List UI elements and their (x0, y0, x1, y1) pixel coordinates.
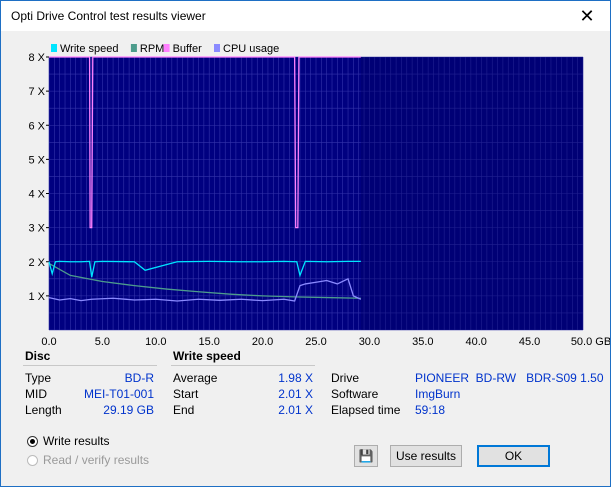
read-verify-results-label: Read / verify results (43, 453, 150, 467)
write-speed-chart: 1 X 2 X 3 X 4 X 5 X 6 X 7 X 8 X 0.0 5.0 10.0 15.0 20… (28, 43, 610, 348)
y-tick-label: 5 X (28, 154, 45, 166)
x-tick-label: 35.0 (412, 336, 433, 348)
save-button[interactable]: 💾 (354, 445, 378, 467)
title-bar: Opti Drive Control test results viewer ✕ (1, 1, 610, 31)
use-results-button[interactable]: Use results (390, 445, 462, 467)
software-value: ImgBurn (415, 387, 461, 401)
average-label: Average (173, 371, 218, 385)
disc-length-value: 29.19 GB (103, 403, 154, 417)
end-label: End (173, 403, 195, 417)
legend-swatch (130, 44, 137, 52)
empty-region (360, 57, 583, 330)
floppy-disk-icon: 💾 (358, 449, 374, 463)
y-tick-label: 6 X (28, 120, 45, 132)
average-value: 1.98 X (278, 371, 313, 385)
software-label: Software (331, 387, 379, 401)
disc-length-label: Length (25, 403, 62, 417)
legend-label: Write speed (60, 43, 119, 55)
legend-label: RPM (140, 43, 164, 55)
x-tick-label: 25.0 (305, 336, 326, 348)
read-verify-results-radio[interactable]: Read / verify results (27, 453, 149, 467)
disc-mid-value: MEI-T01-001 (83, 387, 154, 401)
elapsed-time-label: Elapsed time (331, 403, 401, 417)
write-results-radio[interactable]: Write results (27, 434, 109, 448)
x-tick-label: 15.0 (198, 336, 219, 348)
disc-type-value: BD-R (124, 371, 154, 385)
legend-swatch (163, 44, 170, 52)
window-title: Opti Drive Control test results viewer (11, 9, 206, 23)
disc-type-label: Type (25, 371, 52, 385)
x-tick-label: 10.0 (145, 336, 166, 348)
y-tick-label: 8 X (28, 52, 45, 64)
legend-label: CPU usage (223, 43, 279, 55)
write-speed-header: Write speed (173, 349, 241, 363)
drive-label: Drive (331, 371, 360, 385)
y-tick-label: 7 X (28, 86, 45, 98)
x-tick-label: 20.0 (252, 336, 273, 348)
write-results-label: Write results (43, 434, 110, 448)
x-tick-label: 50.0 GB (571, 336, 610, 348)
x-tick-label: 0.0 (41, 336, 56, 348)
y-tick-label: 1 X (28, 291, 45, 303)
ok-button[interactable]: OK (477, 445, 550, 467)
results-viewer-window: Opti Drive Control test results viewer ✕… (0, 0, 611, 487)
legend-label: Buffer (173, 43, 202, 55)
disc-divider (23, 365, 157, 366)
disc-header: Disc (25, 349, 51, 363)
disc-mid-label: MID (25, 387, 47, 401)
y-tick-label: 4 X (28, 189, 45, 201)
x-tick-label: 5.0 (95, 336, 110, 348)
start-label: Start (173, 387, 199, 401)
y-tick-label: 3 X (28, 223, 45, 235)
close-icon[interactable]: ✕ (572, 5, 602, 27)
radio-selected-icon (27, 435, 38, 447)
end-value: 2.01 X (278, 403, 313, 417)
y-tick-label: 2 X (28, 257, 45, 269)
x-tick-label: 40.0 (465, 336, 486, 348)
legend-swatch (51, 44, 57, 52)
start-value: 2.01 X (278, 387, 313, 401)
elapsed-time-value: 59:18 (415, 403, 446, 417)
radio-unselected-icon (27, 454, 38, 466)
x-tick-label: 45.0 (519, 336, 540, 348)
drive-value: PIONEER BD-RW BDR-S09 1.50 (415, 371, 604, 385)
write-speed-divider (171, 365, 315, 366)
x-tick-label: 30.0 (359, 336, 380, 348)
legend-swatch (214, 44, 220, 52)
